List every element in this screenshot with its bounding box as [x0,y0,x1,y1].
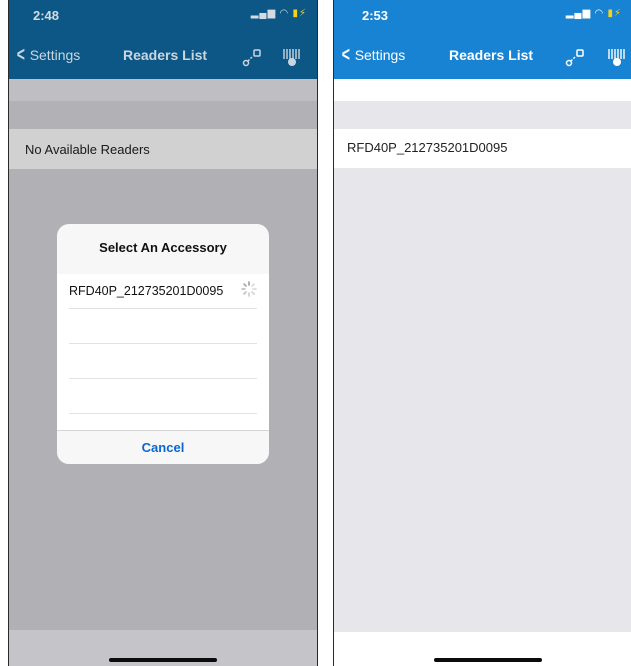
rfid-connection-icon[interactable] [564,47,586,69]
accessory-item-empty [69,309,257,344]
signal-icon: ▂▄▆ [250,8,277,19]
accessory-picker-dialog: Select An Accessory RFD40P_212735201D009… [57,224,269,464]
page-title: Readers List [123,47,208,63]
accessory-name: RFD40P_212735201D0095 [69,284,224,298]
back-button[interactable]: < Settings [340,44,406,66]
accessory-item[interactable]: RFD40P_212735201D0095 [69,274,257,309]
back-button[interactable]: < Settings [15,44,81,66]
cancel-button[interactable]: Cancel [57,430,269,464]
right-phone-screen: 2:53 ▂▄▆ ◠ ▮⚡ < Settings Readers List RF… [333,0,631,666]
accessory-item-empty [69,379,257,414]
wifi-icon: ◠ [594,8,604,19]
section-header [334,101,631,129]
battery-charging-icon: ▮⚡ [607,8,622,19]
reader-row[interactable]: RFD40P_212735201D0095 [334,129,631,168]
status-bar: 2:48 ▂▄▆ ◠ ▮⚡ [9,0,317,27]
barcode-scanner-icon[interactable] [606,47,628,69]
navigation-bar: < Settings Readers List [334,27,631,79]
status-time: 2:53 [362,8,389,23]
left-phone-screen: 2:48 ▂▄▆ ◠ ▮⚡ < Settings Readers List No… [8,0,318,666]
status-time: 2:48 [33,8,60,23]
status-bar: 2:53 ▂▄▆ ◠ ▮⚡ [334,0,631,27]
accessory-list: RFD40P_212735201D0095 [57,274,269,430]
top-spacer [334,79,631,101]
status-icons: ▂▄▆ ◠ ▮⚡ [566,8,622,19]
rfid-connection-icon[interactable] [241,47,263,69]
signal-icon: ▂▄▆ [565,8,592,19]
back-label: Settings [354,47,406,63]
chevron-left-icon: < [16,44,25,66]
page-title: Readers List [449,47,534,63]
accessory-item-empty [69,344,257,379]
back-label: Settings [29,47,81,63]
dialog-title: Select An Accessory [99,240,227,255]
spinner-icon [241,281,257,297]
status-icons: ▂▄▆ ◠ ▮⚡ [251,8,307,19]
navigation-bar: < Settings Readers List [9,27,317,79]
home-indicator [434,658,542,662]
barcode-scanner-icon[interactable] [281,47,303,69]
home-indicator [109,658,217,662]
battery-charging-icon: ▮⚡ [292,8,307,19]
wifi-icon: ◠ [279,8,289,19]
chevron-left-icon: < [341,44,350,66]
reader-name: RFD40P_212735201D0095 [347,140,508,155]
